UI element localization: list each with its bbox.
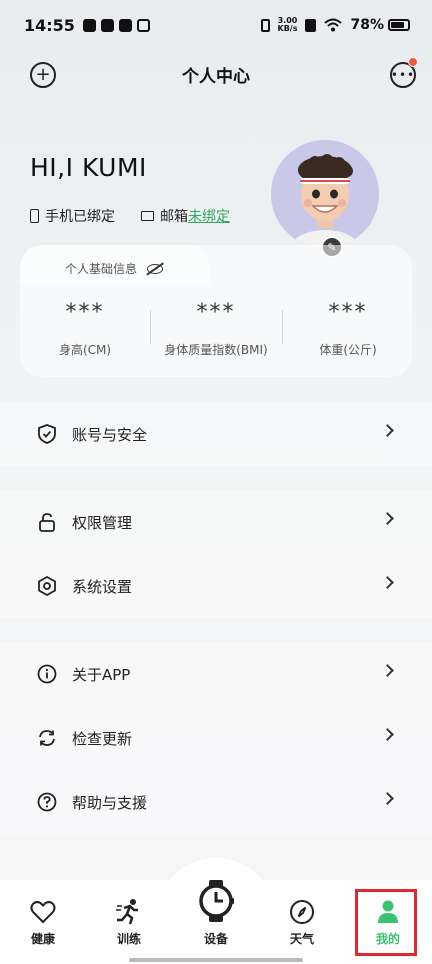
active-tab-highlight — [355, 889, 417, 956]
metric-bmi: *** 身体质量指数(BMI) — [151, 300, 281, 358]
basic-info-title: 个人基础信息 — [65, 262, 138, 276]
menu-label: 权限管理 — [72, 513, 133, 532]
menu-item-account-security[interactable]: 账号与安全 — [0, 402, 432, 466]
net-speed: 3.00 KB/s — [278, 17, 298, 33]
no-sim-icon — [305, 18, 317, 32]
shield-check-icon — [36, 423, 58, 445]
metric-weight: *** 体重(公斤) — [283, 300, 413, 358]
pinwheel-icon — [136, 18, 150, 32]
avatar[interactable] — [271, 140, 379, 248]
unlock-icon — [36, 511, 58, 533]
menu-group-settings: 权限管理 系统设置 — [0, 490, 432, 618]
avatar-image — [271, 140, 379, 248]
menu-item-system-settings[interactable]: 系统设置 — [0, 554, 432, 618]
hexagon-gear-icon — [36, 575, 58, 597]
menu-item-about[interactable]: 关于APP — [0, 642, 432, 706]
email-label: 邮箱 — [160, 209, 188, 225]
wifi-icon — [324, 18, 343, 32]
status-app-icons — [82, 18, 150, 32]
nav-label: 天气 — [289, 932, 314, 946]
metric-label: 身体质量指数(BMI) — [164, 343, 268, 357]
metric-label: 身高(CM) — [58, 343, 112, 357]
chevron-right-icon — [381, 512, 394, 525]
metric-value: *** — [196, 300, 236, 325]
status-bar: 14:55 3.00 KB/s 78% — [0, 0, 432, 50]
nav-item-training[interactable]: 训练 — [99, 898, 159, 947]
menu-label: 系统设置 — [72, 577, 133, 596]
metric-label: 体重(公斤) — [319, 343, 377, 357]
notification-dot — [408, 57, 418, 67]
nav-item-health[interactable]: 健康 — [13, 898, 73, 947]
metric-height: *** 身高(CM) — [20, 300, 150, 358]
home-indicator[interactable] — [129, 958, 303, 962]
basic-info-header: 个人基础信息 — [65, 260, 164, 277]
vibrate-icon — [260, 18, 270, 32]
chevron-right-icon — [381, 424, 394, 437]
nav-label: 训练 — [116, 932, 141, 946]
menu-label: 关于APP — [72, 665, 131, 684]
top-bar: + 个人中心 ••• — [0, 52, 432, 96]
menu-item-permissions[interactable]: 权限管理 — [0, 490, 432, 554]
chevron-right-icon — [381, 728, 394, 741]
metric-value: *** — [328, 300, 368, 325]
running-icon — [99, 898, 159, 926]
user-greeting: HI,I KUMI — [30, 153, 147, 182]
help-icon — [36, 791, 58, 813]
mail-icon — [141, 211, 154, 221]
menu-group-app: 关于APP 检查更新 帮助与支援 — [0, 642, 432, 834]
nav-label: 健康 — [30, 932, 55, 946]
eye-hidden-icon[interactable] — [147, 263, 164, 274]
menu-group-account: 账号与安全 — [0, 402, 432, 466]
status-time: 14:55 — [24, 15, 75, 35]
battery: 78% — [350, 17, 410, 33]
heart-icon — [13, 898, 73, 926]
account-binding: 手机已绑定 邮箱 未绑定 — [30, 206, 230, 226]
refresh-icon — [36, 727, 58, 749]
chevron-right-icon — [381, 664, 394, 677]
menu-label: 检查更新 — [72, 729, 133, 748]
chevron-right-icon — [381, 792, 394, 805]
menu-label: 帮助与支援 — [72, 793, 148, 812]
menu-label: 账号与安全 — [72, 425, 148, 444]
watch-icon — [186, 878, 246, 924]
phone-icon — [30, 209, 39, 223]
page-title: 个人中心 — [182, 67, 250, 87]
app-icon — [100, 18, 114, 32]
mail-app-icon — [118, 18, 132, 32]
battery-icon — [388, 19, 410, 31]
phone-status: 手机已绑定 — [45, 209, 115, 225]
menu-item-help-support[interactable]: 帮助与支援 — [0, 770, 432, 834]
battery-percent: 78% — [350, 17, 384, 33]
nav-label: 设备 — [203, 932, 228, 946]
nav-item-device[interactable]: 设备 — [186, 878, 246, 947]
email-bind-link[interactable]: 未绑定 — [188, 206, 230, 226]
metric-value: *** — [65, 300, 105, 325]
chat-bubble-icon: ••• — [390, 68, 416, 82]
nav-item-weather[interactable]: 天气 — [272, 898, 332, 947]
tiktok-icon — [82, 18, 96, 32]
compass-icon — [272, 898, 332, 926]
info-icon — [36, 663, 58, 685]
chevron-right-icon — [381, 576, 394, 589]
menu-item-check-update[interactable]: 检查更新 — [0, 706, 432, 770]
net-speed-unit: KB/s — [277, 24, 298, 33]
